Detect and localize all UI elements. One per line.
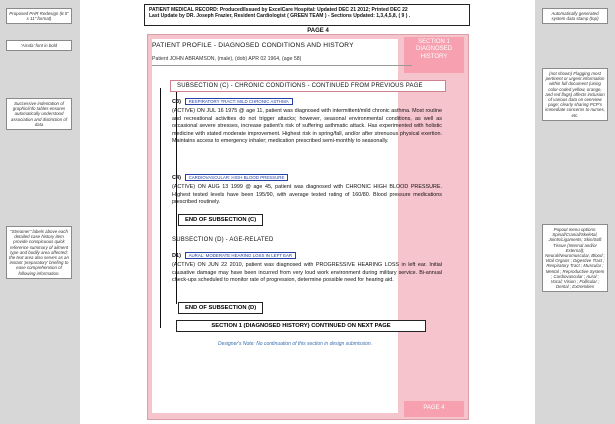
- section-tab-line2: DIAGNOSED: [415, 46, 452, 53]
- item-d1: D1) AURAL: MODERATE HEARING LOSS IN LEFT…: [172, 252, 297, 259]
- item-c4: C4) CARDIOVASCULAR: HIGH BLOOD PRESSURE: [172, 174, 289, 181]
- section-content-area: [152, 39, 398, 413]
- item-c4-text: (ACTIVE) ON AUG 13 1999 @ age 45, patien…: [172, 184, 442, 206]
- note-indentation: Successive indentation of graphic/info t…: [6, 98, 72, 131]
- subsection-d-header: SUBSECTION (D) - AGE-RELATED: [172, 237, 274, 243]
- streamer-label-c4[interactable]: CARDIOVASCULAR: HIGH BLOOD PRESSURE: [184, 174, 289, 181]
- tree-line: [160, 88, 161, 328]
- item-d1-label: D1): [172, 252, 182, 259]
- system-data-stamp: PATIENT MEDICAL RECORD: Produced/Issued …: [144, 4, 470, 26]
- item-c4-label: C4): [172, 174, 182, 181]
- patient-info: Patient JOHN ABRAMSON, (male), (dob) APR…: [152, 56, 302, 62]
- item-d1-text: (ACTIVE) ON JUN 22 2010, patient was dia…: [172, 262, 442, 284]
- divider: [152, 65, 412, 66]
- note-font: 'Arnda' font in bold: [6, 40, 72, 52]
- designers-note: Designer's Note: No continuation of this…: [218, 341, 373, 347]
- bottom-page-tab[interactable]: PAGE 4: [404, 401, 464, 417]
- section-tab[interactable]: SECTION 1 DIAGNOSED HISTORY: [404, 37, 464, 73]
- streamer-label-d1[interactable]: AURAL: MODERATE HEARING LOSS IN LEFT EAR: [184, 252, 297, 259]
- section-tab-line3: HISTORY: [420, 53, 448, 60]
- item-c3-text: (ACTIVE) ON JUL 16 1975 @ age 11, patien…: [172, 108, 442, 145]
- stamp-line-2: Last Update by DR. Joseph Frazier, Resid…: [149, 13, 411, 20]
- note-popout-menu: Popout menu options: Spinal/Cranial/Skel…: [542, 224, 608, 293]
- right-annotation-column: [535, 0, 615, 424]
- streamer-label-c3[interactable]: RESPIRATORY TRACT: MILD CHRONIC ASTHMA: [184, 98, 293, 105]
- left-annotation-column: [0, 0, 80, 424]
- note-proposed-format: Proposed PHR Redesign (8.5" x 11" format…: [6, 8, 72, 25]
- page-title: PATIENT PROFILE - DIAGNOSED CONDITIONS A…: [152, 42, 354, 49]
- profile-header: PATIENT PROFILE - DIAGNOSED CONDITIONS A…: [152, 42, 412, 66]
- end-subsection-c: END OF SUBSECTION (C): [178, 214, 264, 226]
- section-tab-line1: SECTION 1: [418, 39, 450, 45]
- end-subsection-d: END OF SUBSECTION (D): [178, 302, 264, 314]
- note-flagging: (not shown) Flagging most pertinent or u…: [542, 68, 608, 121]
- item-c3: C3) RESPIRATORY TRACT: MILD CHRONIC ASTH…: [172, 98, 293, 105]
- item-c3-label: C3): [172, 98, 182, 105]
- note-system-stamp: Automatically generated system data stam…: [542, 8, 608, 25]
- note-streamer-labels: "Streamer" labels above each detailed ca…: [6, 226, 72, 279]
- subsection-c-header: SUBSECTION (C) - CHRONIC CONDITIONS - CO…: [170, 80, 446, 92]
- continued-next-page: SECTION 1 (DIAGNOSED HISTORY) CONTINUED …: [176, 320, 426, 332]
